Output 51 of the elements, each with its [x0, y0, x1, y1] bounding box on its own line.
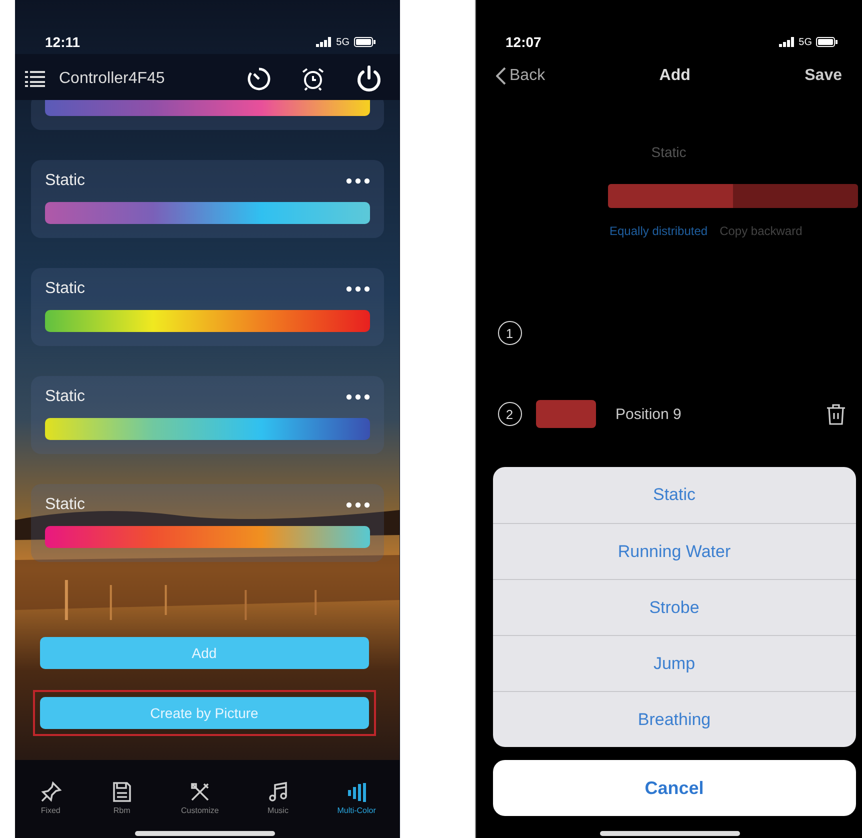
effect-option[interactable]: Strobe	[492, 579, 856, 635]
network-label: 5G	[336, 36, 350, 48]
point-number: 2	[498, 402, 522, 426]
effect-card[interactable]: Static	[31, 376, 384, 454]
chevron-left-icon	[496, 67, 506, 85]
color-segment[interactable]	[732, 184, 858, 208]
status-time: 12:11	[45, 34, 80, 50]
effect-option[interactable]: Static	[492, 467, 856, 523]
effect-card[interactable]: Static	[31, 268, 384, 346]
effect-option[interactable]: Running Water	[492, 523, 856, 579]
menu-icon[interactable]	[25, 70, 45, 88]
status-time: 12:07	[506, 34, 542, 50]
effect-card[interactable]: Static	[31, 484, 384, 562]
timer-icon[interactable]	[246, 66, 272, 92]
more-icon[interactable]	[346, 502, 370, 508]
network-label: 5G	[798, 36, 812, 48]
save-button[interactable]: Save	[798, 66, 848, 86]
more-icon[interactable]	[346, 178, 370, 184]
music-note-icon	[266, 780, 290, 804]
tab-bar-item[interactable]: Multi-Color	[331, 779, 382, 816]
color-swatch[interactable]	[536, 400, 596, 428]
more-icon[interactable]	[346, 286, 370, 292]
color-segment[interactable]	[608, 184, 733, 208]
effect-option[interactable]: Jump	[492, 635, 856, 691]
screen-title: Add	[659, 67, 690, 85]
tab-bar-item[interactable]: Music	[260, 779, 296, 816]
alarm-clock-icon[interactable]	[300, 66, 326, 92]
effect-label: Static	[45, 172, 86, 190]
effect-card[interactable]: Static	[31, 160, 384, 238]
battery-icon	[354, 37, 376, 47]
more-icon[interactable]	[346, 394, 370, 400]
tab-bar-item[interactable]: Customize	[175, 779, 225, 816]
effect-option[interactable]: Breathing	[492, 691, 856, 747]
signal-icon	[316, 37, 332, 47]
effect-label: Static	[45, 280, 86, 298]
effect-label: Static	[45, 388, 86, 406]
cancel-button[interactable]: Cancel	[492, 760, 856, 816]
tab-bar-item[interactable]: Rbm	[104, 779, 140, 816]
distribution-option[interactable]: Equally distributed	[610, 224, 708, 238]
position-label: Position 9	[616, 406, 682, 422]
back-button[interactable]: Back	[490, 66, 552, 86]
point-number: 1	[498, 321, 522, 345]
effect-card[interactable]	[31, 100, 384, 130]
controller-name: Controller4F45	[59, 70, 166, 88]
signal-icon	[778, 37, 795, 47]
trash-icon[interactable]	[826, 403, 846, 425]
pin-icon	[38, 780, 63, 804]
effect-label: Static	[45, 496, 86, 514]
tab-bar-item[interactable]: Fixed	[32, 779, 69, 816]
mode-label: Static	[650, 144, 688, 160]
battery-icon	[816, 37, 838, 47]
